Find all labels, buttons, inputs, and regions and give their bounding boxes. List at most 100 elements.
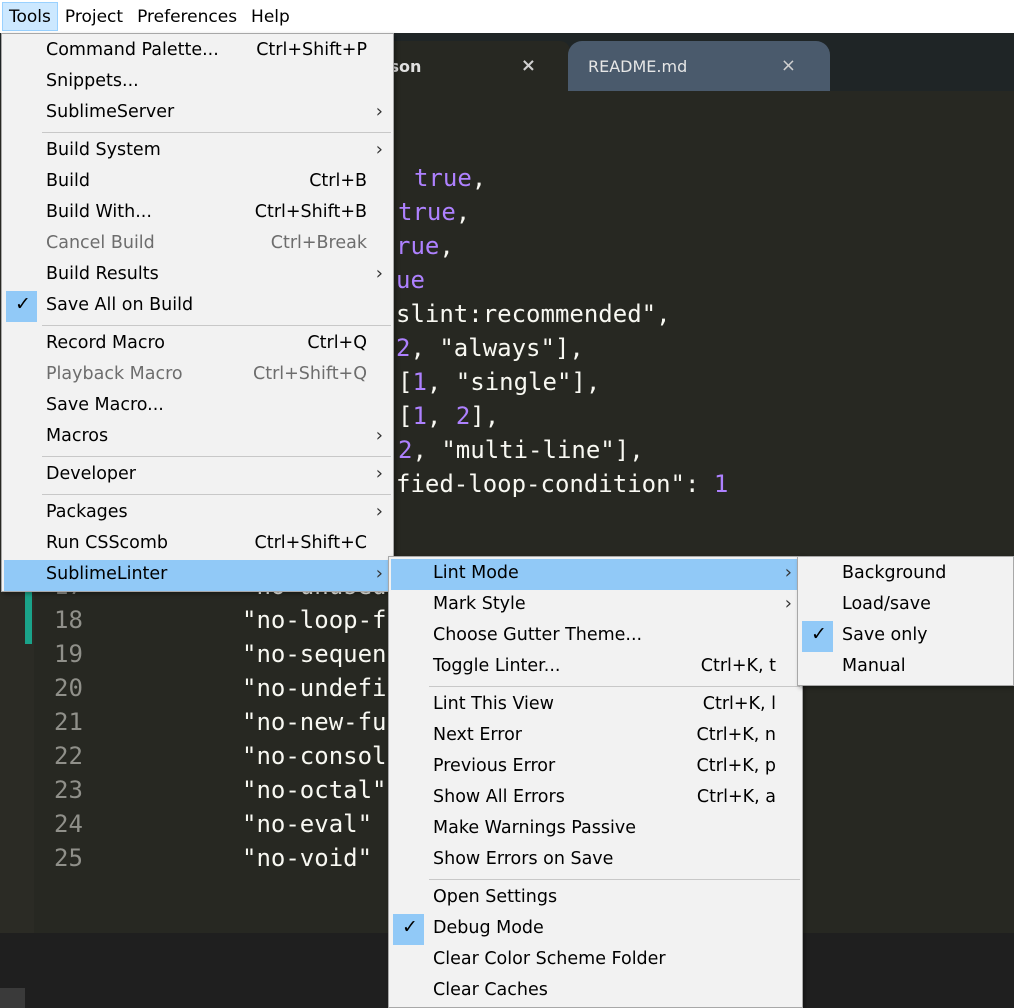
menu-item-label: Snippets... [46,71,139,91]
menu-item-command-palette[interactable]: Command Palette... Ctrl+Shift+P [4,36,391,67]
menu-item-label: Save Macro... [46,395,164,415]
code-line: ue [396,263,425,297]
menu-item-label: Save All on Build [46,295,194,315]
menu-item-debug-mode[interactable]: ✓ Debug Mode [391,914,800,945]
menu-item-snippets[interactable]: Snippets... [4,67,391,98]
code-token: "no-consol [242,742,387,770]
code-token: ue [396,266,425,294]
menu-item-label: Choose Gutter Theme... [433,625,643,645]
menu-item-label: SublimeLinter [46,564,168,584]
lint-mode-submenu: Background Load/save ✓ Save only Manual [797,556,1014,686]
menu-item-label: Previous Error [433,756,556,776]
menu-item-previous-error[interactable]: Previous Error Ctrl+K, p [391,752,800,783]
code-token: fied-loop-condition": [396,470,714,498]
menu-item-build[interactable]: Build Ctrl+B [4,167,391,198]
menu-item-choose-gutter-theme[interactable]: Choose Gutter Theme... [391,621,800,652]
menu-item-cancel-build: Cancel Build Ctrl+Break [4,229,391,260]
line-number: 20 [54,674,83,702]
code-token: "no-octal" [242,776,387,804]
menu-item-open-settings[interactable]: Open Settings [391,883,800,914]
menu-item-label: Toggle Linter... [433,656,561,676]
code-line: rue, [396,229,454,263]
menu-item-label: Command Palette... [46,40,219,60]
code-token: "no-eval" [242,810,373,838]
code-token: rue [396,232,440,260]
menu-item-save-macro[interactable]: Save Macro... [4,391,391,422]
menu-item-shortcut: Ctrl+Q [307,333,367,353]
menu-item-save-all-on-build[interactable]: ✓ Save All on Build [4,291,391,322]
tab-readme[interactable]: README.md × [568,41,830,91]
chevron-right-icon: › [784,562,792,583]
menu-item-label: Save only [842,625,928,645]
menu-item-toggle-linter[interactable]: Toggle Linter... Ctrl+K, t [391,652,800,683]
menu-item-developer[interactable]: Developer › [4,460,391,491]
checkmark-icon: ✓ [811,623,827,645]
menu-item-sublimeserver[interactable]: SublimeServer › [4,98,391,129]
menu-item-label: Developer [46,464,137,484]
panel-toggle[interactable] [0,988,25,1008]
code-token: , [471,164,487,192]
menu-item-clear-caches[interactable]: Clear Caches [391,976,800,1007]
menu-item-label: Show All Errors [433,787,565,807]
menu-item-playback-macro: Playback Macro Ctrl+Shift+Q [4,360,391,391]
code-token: 1 [412,368,427,396]
menu-item-packages[interactable]: Packages › [4,498,391,529]
code-token: [ [398,368,413,396]
menu-item-clear-color-scheme-folder[interactable]: Clear Color Scheme Folder [391,945,800,976]
menu-item-background[interactable]: Background [800,559,1011,590]
menu-item-sublimelinter[interactable]: SublimeLinter › [4,560,391,591]
code-token: "no-void" [242,844,373,872]
menu-item-lint-mode[interactable]: Lint Mode › [391,559,800,590]
menu-item-label: Build With... [46,202,152,222]
chevron-right-icon: › [375,139,383,160]
modified-line-marker [25,586,32,644]
code-token: "no-undefi [242,674,387,702]
menu-separator [42,132,391,133]
menubar-help[interactable]: Help [244,2,297,31]
close-icon[interactable]: × [781,55,796,76]
menu-item-next-error[interactable]: Next Error Ctrl+K, n [391,721,800,752]
menu-item-shortcut: Ctrl+Shift+B [254,202,367,222]
code-line: "no-sequen [242,637,387,671]
menu-item-build-results[interactable]: Build Results › [4,260,391,291]
menu-item-record-macro[interactable]: Record Macro Ctrl+Q [4,329,391,360]
code-line: [1, "single"], [398,365,600,399]
menu-item-macros[interactable]: Macros › [4,422,391,453]
menu-item-mark-style[interactable]: Mark Style › [391,590,800,621]
checkmark-icon: ✓ [402,916,418,938]
close-icon[interactable]: × [521,55,536,76]
menubar-tools[interactable]: Tools [2,2,58,31]
menubar-project[interactable]: Project [58,2,130,31]
menu-item-label: Build System [46,140,161,160]
code-token: , [455,198,471,226]
menu-item-load-save[interactable]: Load/save [800,590,1011,621]
menu-item-show-all-errors[interactable]: Show All Errors Ctrl+K, a [391,783,800,814]
code-line: fied-loop-condition": 1 [396,467,728,501]
menu-item-show-errors-on-save[interactable]: Show Errors on Save [391,845,800,876]
code-line: "no-eval" [242,807,372,841]
menu-item-label: Make Warnings Passive [433,818,637,838]
code-token: , "multi-line"], [412,436,644,464]
menu-item-build-system[interactable]: Build System › [4,136,391,167]
menubar-preferences[interactable]: Preferences [130,2,244,31]
menu-item-shortcut: Ctrl+Shift+Q [252,364,367,384]
menu-item-label: Lint This View [433,694,554,714]
menu-item-label: Next Error [433,725,522,745]
menu-item-shortcut: Ctrl+Shift+C [254,533,367,553]
code-token: 2 [455,402,471,430]
code-token: , "always"], [410,334,584,362]
menu-item-label: SublimeServer [46,102,175,122]
menu-item-run-csscomb[interactable]: Run CSScomb Ctrl+Shift+C [4,529,391,560]
menu-separator [429,879,800,880]
code-token: 2 [398,436,413,464]
menu-item-build-with[interactable]: Build With... Ctrl+Shift+B [4,198,391,229]
menu-item-lint-this-view[interactable]: Lint This View Ctrl+K, l [391,690,800,721]
menu-item-label: Run CSScomb [46,533,169,553]
checkmark-icon: ✓ [15,293,31,315]
menu-item-label: Record Macro [46,333,165,353]
menu-item-label: Build Results [46,264,159,284]
menu-item-make-warnings-passive[interactable]: Make Warnings Passive [391,814,800,845]
menu-item-save-only[interactable]: ✓ Save only [800,621,1011,652]
menu-item-manual[interactable]: Manual [800,652,1011,683]
menu-item-label: Build [46,171,90,191]
